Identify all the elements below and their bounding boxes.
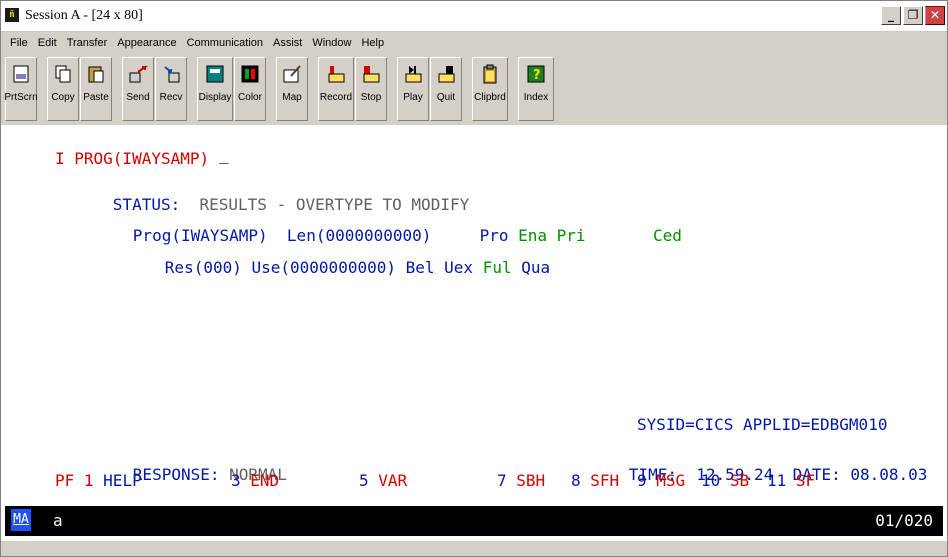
mode-indicator: MA <box>11 509 31 531</box>
menu-transfer[interactable]: Transfer <box>62 37 113 49</box>
send-icon <box>129 66 148 83</box>
pf7[interactable]: 7 SBH <box>497 471 545 491</box>
toolbar: PrtScrn Copy Paste Send Recv Display Col… <box>3 57 947 123</box>
menu-help[interactable]: Help <box>356 37 389 49</box>
quit-icon <box>438 66 455 83</box>
quit-button[interactable]: Quit <box>430 57 462 121</box>
pf3[interactable]: 3 END <box>231 471 279 491</box>
map-button[interactable]: Map <box>276 57 308 121</box>
play-icon <box>405 66 422 83</box>
cursor-position: 01/020 <box>875 511 933 530</box>
minimize-button[interactable]: _ <box>881 6 901 25</box>
printer-icon <box>13 65 29 83</box>
maximize-button[interactable]: ❐ <box>903 6 923 25</box>
res-line: Res(000) Use(0000000000) Bel Uex Ful Qua <box>107 238 550 298</box>
clipboard-icon <box>483 64 497 84</box>
menu-file[interactable]: File <box>5 37 33 49</box>
date-value: 08.08.03 <box>850 465 928 484</box>
record-icon <box>328 66 345 83</box>
menu-edit[interactable]: Edit <box>33 37 62 49</box>
sysid-line: SYSID=CICS APPLID=EDBGM010 <box>637 415 888 434</box>
index-button[interactable]: ? Index <box>518 57 554 121</box>
window-bottom-border <box>1 541 947 556</box>
stop-button[interactable]: Stop <box>355 57 387 121</box>
cursor: _ <box>219 145 229 164</box>
map-icon <box>283 65 301 83</box>
menu-bar: File Edit Transfer Appearance Communicat… <box>1 33 947 53</box>
paste-button[interactable]: Paste <box>80 57 112 121</box>
paste-icon <box>88 66 104 83</box>
menu-window[interactable]: Window <box>307 37 356 49</box>
res-fields[interactable]: Res(000) Use(0000000000) Bel Uex <box>165 258 473 277</box>
title-bar[interactable]: ñ Session A - [24 x 80] _ ❐ ✕ <box>1 1 947 32</box>
app-icon[interactable]: ñ <box>5 8 19 22</box>
time-date-line: TIME: 12.59.24 DATE: 08.08.03 <box>571 445 928 505</box>
svg-text:?: ? <box>533 68 541 83</box>
copy-icon <box>55 65 71 83</box>
prtscrn-button[interactable]: PrtScrn <box>4 57 38 121</box>
window-title: Session A - [24 x 80] <box>25 8 143 23</box>
color-icon <box>241 65 259 83</box>
ful[interactable]: Ful <box>483 258 512 277</box>
pf1[interactable]: PF 1 HELP <box>55 471 142 491</box>
menu-appearance[interactable]: Appearance <box>112 37 181 49</box>
command-line[interactable]: I PROG(IWAYSAMP) <box>55 149 209 169</box>
window-controls: _ ❐ ✕ <box>881 6 945 25</box>
menu-communication[interactable]: Communication <box>182 37 268 49</box>
receive-icon <box>164 66 180 83</box>
send-button[interactable]: Send <box>122 57 154 121</box>
input-indicator: a <box>53 511 63 530</box>
record-button[interactable]: Record <box>318 57 354 121</box>
recv-button[interactable]: Recv <box>155 57 187 121</box>
copy-button[interactable]: Copy <box>47 57 79 121</box>
display-button[interactable]: Display <box>197 57 233 121</box>
response-label: RESPONSE: <box>132 465 220 484</box>
color-button[interactable]: Color <box>234 57 266 121</box>
pf10[interactable]: 10 SB <box>701 471 749 491</box>
stop-icon <box>363 66 380 83</box>
help-index-icon: ? <box>527 65 545 83</box>
clipbrd-button[interactable]: Clipbrd <box>472 57 508 121</box>
operator-info-area: MA a 01/020 <box>5 506 943 536</box>
pf8[interactable]: 8 SFH <box>571 471 619 491</box>
emulator-window: ñ Session A - [24 x 80] _ ❐ ✕ File Edit … <box>0 0 948 557</box>
terminal-screen[interactable]: I PROG(IWAYSAMP) _ STATUS: RESULTS - OVE… <box>1 125 947 545</box>
play-button[interactable]: Play <box>397 57 429 121</box>
pf9[interactable]: 9 MSG <box>637 471 685 491</box>
ced[interactable]: Ced <box>653 226 682 245</box>
close-button[interactable]: ✕ <box>925 6 945 25</box>
qua[interactable]: Qua <box>521 258 550 277</box>
pf11[interactable]: 11 SF <box>767 471 815 491</box>
pf5[interactable]: 5 VAR <box>359 471 407 491</box>
display-icon <box>206 65 224 83</box>
menu-assist[interactable]: Assist <box>268 37 307 49</box>
